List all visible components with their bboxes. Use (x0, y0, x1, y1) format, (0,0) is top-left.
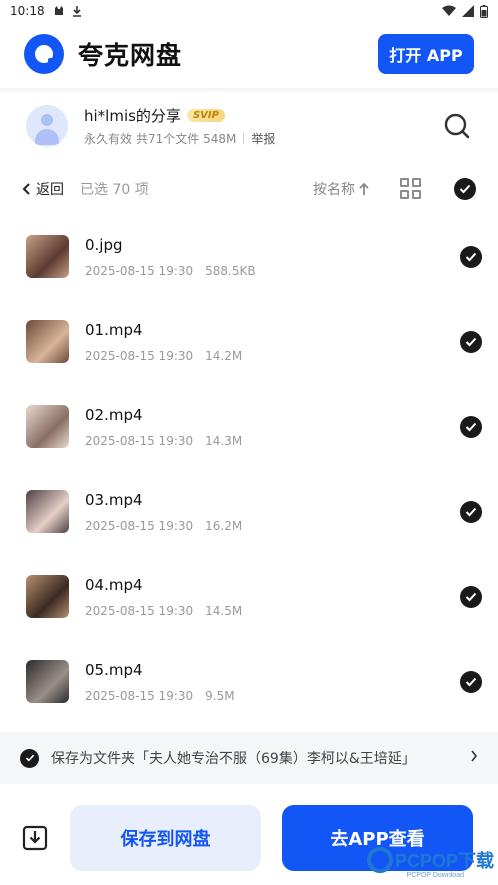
share-info-row: hi*lmis的分享 SVIP 永久有效 共71个文件 548M 举报 (0, 98, 498, 154)
search-button[interactable] (442, 111, 472, 141)
file-row[interactable]: 0.jpg 2025-08-15 19:30 588.5KB (0, 214, 498, 299)
share-title: hi*lmis的分享 (84, 107, 181, 125)
file-name: 02.mp4 (85, 405, 143, 424)
selected-count: 已选 70 项 (80, 182, 149, 198)
download-status-icon (72, 6, 81, 17)
header-divider (0, 88, 498, 94)
app-name: 夸克网盘 (78, 41, 183, 70)
save-as-folder-text: 保存为文件夹「夫人她专治不服（69集）李柯以&王培延」 (51, 751, 416, 767)
status-bar: 10:18 (0, 0, 498, 22)
file-name: 05.mp4 (85, 660, 143, 679)
file-row[interactable]: 04.mp4 2025-08-15 19:30 14.5M (0, 554, 498, 639)
signal-icon (462, 5, 474, 17)
status-notification-icons (53, 5, 83, 17)
file-date: 2025-08-15 19:30 (85, 348, 194, 363)
file-thumbnail (26, 575, 69, 618)
save-as-folder-bar[interactable]: 保存为文件夹「夫人她专治不服（69集）李柯以&王培延」 (0, 732, 498, 784)
open-app-button[interactable]: 打开 APP (378, 34, 474, 74)
file-row[interactable]: 05.mp4 2025-08-15 19:30 9.5M (0, 639, 498, 724)
file-date: 2025-08-15 19:30 (85, 433, 194, 448)
file-thumbnail (26, 320, 69, 363)
checkmark-icon (459, 184, 471, 194)
file-thumbnail (26, 490, 69, 533)
file-row[interactable]: 01.mp4 2025-08-15 19:30 14.2M (0, 299, 498, 384)
file-row[interactable]: 02.mp4 2025-08-15 19:30 14.3M (0, 384, 498, 469)
app-header: 夸克网盘 打开 APP (0, 22, 498, 86)
battery-icon (480, 4, 488, 18)
file-thumbnail (26, 405, 69, 448)
file-size: 14.3M (205, 433, 243, 448)
file-checkbox[interactable] (460, 245, 482, 268)
file-checkbox[interactable] (460, 585, 482, 608)
back-label: 返回 (36, 182, 64, 198)
download-icon (22, 825, 48, 850)
pcpop-watermark-logo: PCPOP下载 PCPOP Download (366, 847, 494, 879)
quark-logo-icon (24, 34, 64, 74)
file-checkbox[interactable] (460, 500, 482, 523)
file-date: 2025-08-15 19:30 (85, 688, 194, 703)
chevron-right-icon (470, 750, 478, 766)
file-checkbox[interactable] (460, 330, 482, 353)
download-button[interactable] (20, 823, 50, 853)
search-icon (444, 113, 470, 139)
meta-separator (243, 133, 245, 144)
file-name: 01.mp4 (85, 320, 143, 339)
save-as-folder-checkbox[interactable] (20, 748, 39, 768)
sort-button[interactable]: 按名称 (313, 179, 370, 199)
share-summary: 共71个文件 548M (136, 132, 237, 146)
report-link[interactable]: 举报 (251, 130, 275, 147)
file-date: 2025-08-15 19:30 (85, 518, 194, 533)
watermark-text: PCPOP下载 (394, 851, 494, 871)
selection-toolbar: 返回 已选 70 项 按名称 (0, 170, 498, 208)
checkmark-icon (465, 677, 477, 686)
checkmark-icon (25, 754, 34, 762)
status-time: 10:18 (10, 4, 45, 18)
file-name: 04.mp4 (85, 575, 143, 594)
checkmark-icon (465, 337, 477, 346)
status-system-icons (442, 4, 488, 18)
checkmark-icon (465, 422, 477, 431)
file-name: 03.mp4 (85, 490, 143, 509)
file-checkbox[interactable] (460, 670, 482, 693)
file-date: 2025-08-15 19:30 (85, 603, 194, 618)
file-list: 0.jpg 2025-08-15 19:30 588.5KB 01.mp4 20… (0, 214, 498, 724)
sort-label: 按名称 (313, 182, 355, 198)
file-date: 2025-08-15 19:30 (85, 263, 194, 278)
file-size: 14.5M (205, 603, 243, 618)
file-size: 9.5M (205, 688, 235, 703)
share-validity: 永久有效 (84, 132, 133, 146)
pcpop-logo-icon (366, 847, 393, 873)
svip-badge: SVIP (186, 109, 225, 122)
select-all-checkbox[interactable] (454, 178, 476, 200)
share-info: hi*lmis的分享 SVIP 永久有效 共71个文件 548M 举报 (84, 105, 275, 147)
wifi-icon (442, 5, 456, 16)
file-size: 14.2M (205, 348, 243, 363)
file-thumbnail (26, 660, 69, 703)
arrow-up-icon (359, 182, 369, 195)
file-size: 588.5KB (205, 263, 256, 278)
checkmark-icon (465, 252, 477, 261)
file-row[interactable]: 03.mp4 2025-08-15 19:30 16.2M (0, 469, 498, 554)
save-to-drive-button[interactable]: 保存到网盘 (70, 804, 261, 871)
avatar (26, 105, 68, 147)
notification-cat-icon (54, 6, 63, 15)
grid-view-icon[interactable] (400, 178, 422, 200)
file-name: 0.jpg (85, 235, 123, 254)
share-meta: 永久有效 共71个文件 548M 举报 (84, 130, 275, 147)
checkmark-icon (465, 507, 477, 516)
chevron-left-icon (22, 183, 30, 195)
file-checkbox[interactable] (460, 415, 482, 438)
file-size: 16.2M (205, 518, 243, 533)
back-button[interactable]: 返回 (22, 179, 64, 199)
watermark-subtext: PCPOP Download (406, 872, 464, 879)
checkmark-icon (465, 592, 477, 601)
file-thumbnail (26, 235, 69, 278)
